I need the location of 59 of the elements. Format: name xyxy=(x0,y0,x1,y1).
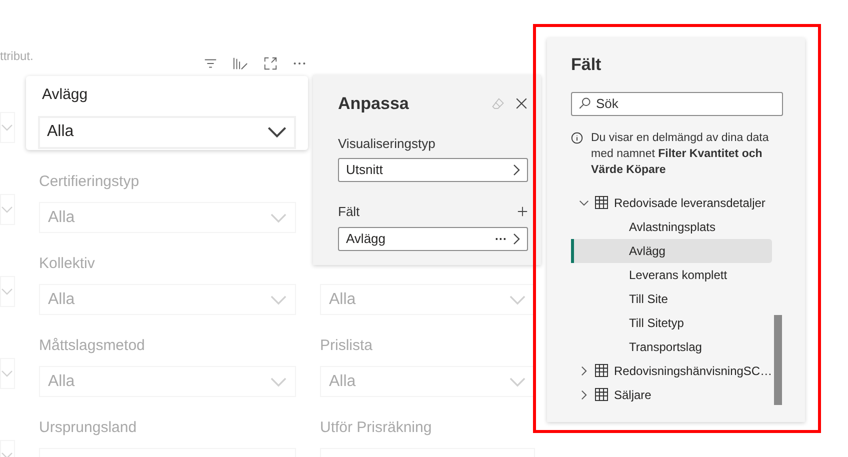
chevron-down-icon xyxy=(1,124,13,131)
dropdown-field[interactable] xyxy=(0,112,15,143)
chevron-down-icon xyxy=(1,452,13,457)
visualization-select[interactable]: Utsnitt xyxy=(338,158,528,182)
slicer-label: Ursprungsland xyxy=(39,419,137,436)
chevron-down-icon xyxy=(1,288,13,295)
chevron-right-icon xyxy=(513,232,520,244)
chevron-down-icon xyxy=(1,370,13,377)
chevron-down-icon xyxy=(270,376,287,386)
table-row[interactable]: Säljare xyxy=(571,382,783,406)
panel-title: Anpassa xyxy=(338,93,409,115)
chevron-down-icon xyxy=(270,294,287,304)
eraser-icon[interactable] xyxy=(491,96,505,111)
dropdown-field[interactable] xyxy=(0,276,15,307)
slicer-label: Måttslagsmetod xyxy=(39,337,145,354)
search-field[interactable]: Sök xyxy=(571,92,783,116)
slicer-label: Prislista xyxy=(320,337,373,354)
slicer-label: Certifieringstyp xyxy=(39,173,140,190)
chevron-down-icon xyxy=(267,126,287,138)
slicer-label: Utför Prisräkning xyxy=(320,419,432,436)
field-item[interactable]: Transportslag xyxy=(571,334,772,358)
table-row[interactable]: Redovisade leveransdetaljer xyxy=(571,190,783,214)
table-name: Redovisade leveransdetaljer xyxy=(614,194,766,212)
field-item[interactable]: Leverans komplett xyxy=(571,262,772,286)
dropdown-field[interactable]: Alla xyxy=(38,116,296,148)
chevron-down-icon xyxy=(509,294,526,304)
table-row[interactable]: RedovisningshänvisningSC… xyxy=(571,358,783,382)
scrollbar[interactable] xyxy=(774,315,782,405)
field-item[interactable]: Till Sitetyp xyxy=(571,310,772,334)
more-text[interactable]: ··· xyxy=(495,230,507,248)
dropdown-field[interactable] xyxy=(0,194,15,225)
table-icon xyxy=(595,388,608,401)
expand-icon[interactable] xyxy=(263,56,278,71)
slicer-label: Kollektiv xyxy=(39,255,95,272)
bars-pencil-icon[interactable] xyxy=(232,56,249,71)
field-item[interactable]: Avlastningsplats xyxy=(571,214,772,238)
dropdown-field[interactable] xyxy=(0,358,15,389)
hint-text: ttribut. xyxy=(0,49,34,63)
field-select[interactable]: Avlägg ··· xyxy=(338,226,528,250)
info-icon xyxy=(571,132,583,144)
field-item[interactable]: Avlägg xyxy=(571,238,772,262)
table-icon xyxy=(595,196,608,209)
search-input[interactable]: Sök xyxy=(596,94,776,114)
table-name: Säljare xyxy=(614,386,652,404)
chevron-down-icon xyxy=(270,212,287,222)
table-icon xyxy=(595,364,608,377)
field-label: Visualiseringstyp xyxy=(338,134,436,153)
close-icon[interactable] xyxy=(515,97,528,110)
field-item[interactable]: Till Site xyxy=(571,286,772,310)
chevron-down-icon xyxy=(1,206,13,213)
field-label: Fält xyxy=(338,203,360,221)
table-name: RedovisningshänvisningSC… xyxy=(614,362,772,380)
info-text: Du visar en delmängd av dina data med namnet Filter Kvantitet och Värde Köpare xyxy=(591,130,770,178)
plus-icon[interactable] xyxy=(517,206,528,218)
panel-title: Fält xyxy=(571,54,602,76)
chevron-right-icon xyxy=(513,164,520,176)
search-icon xyxy=(578,97,591,110)
chevron-down-icon xyxy=(509,376,526,386)
slicer-title: Avlägg xyxy=(42,85,89,105)
